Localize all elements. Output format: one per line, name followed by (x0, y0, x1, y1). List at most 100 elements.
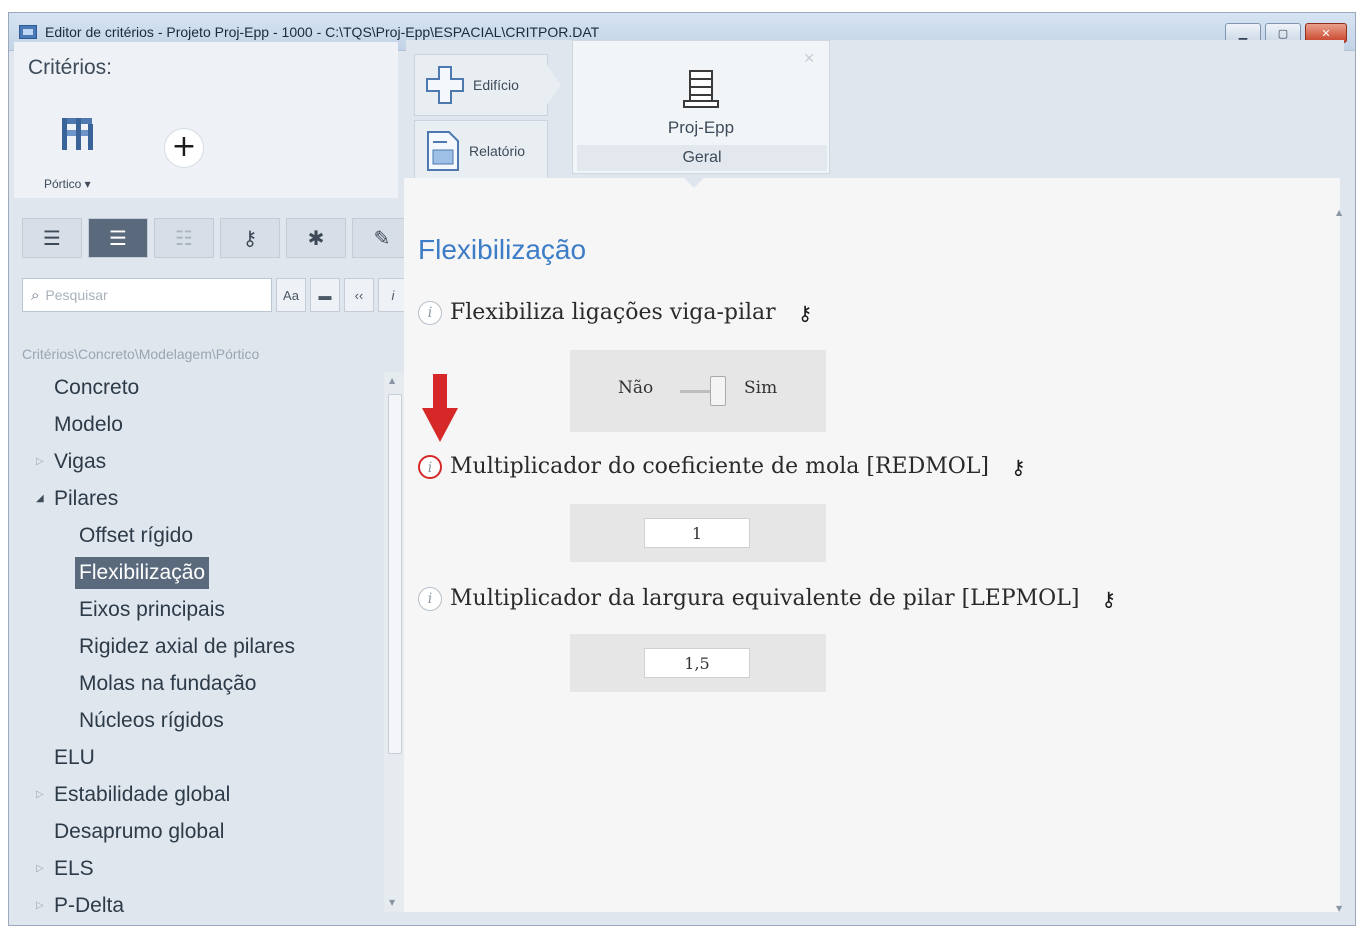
key-icon[interactable]: ⚷ (220, 218, 280, 258)
asterisk-icon[interactable]: ✱ (286, 218, 346, 258)
tree-label: P-Delta (54, 894, 125, 912)
lepmol-input[interactable] (644, 648, 750, 678)
info-icon[interactable]: i (418, 586, 442, 611)
tree-label: Rigidez axial de pilares (79, 635, 295, 658)
tree-label: Desaprumo global (54, 820, 225, 843)
tree-label: Núcleos rígidos (79, 709, 224, 732)
search-box: ⌕ (22, 278, 272, 312)
tree-item-molas-fundacao[interactable]: Molas na fundação (79, 668, 256, 700)
tree-item-desaprumo-global[interactable]: Desaprumo global (54, 816, 224, 848)
tree-item-flexibilizacao[interactable]: Flexibilização (75, 557, 210, 589)
list-icon[interactable]: ☰ (22, 218, 82, 258)
view-toolbar: ☰ ☰ ☷ ⚷ ✱ ✎ (22, 218, 412, 258)
criteria-tree: Concreto Modelo ▷ Vigas ◢ Pilares Offset r… (14, 368, 390, 912)
pencil-icon[interactable]: ✎ (352, 218, 412, 258)
scroll-thumb[interactable] (388, 394, 402, 754)
project-sub: Geral (577, 145, 827, 171)
match-case-button[interactable]: Aa (276, 278, 306, 312)
expand-arrow-icon[interactable]: ▷ (36, 890, 44, 912)
scroll-up-icon[interactable]: ▲ (389, 376, 395, 385)
toggle-off-label: Não (618, 378, 654, 398)
tree-scrollbar[interactable]: ▲ ▼ (384, 372, 406, 912)
add-criteria-button[interactable]: + (164, 128, 204, 168)
tree-label: Estabilidade global (54, 783, 231, 806)
param-redmol: i Multiplicador do coeficiente de mola [… (418, 454, 1026, 479)
scroll-down-icon[interactable]: ▼ (1336, 904, 1342, 913)
redmol-box (570, 504, 826, 562)
key-icon: ⚷ (1101, 586, 1117, 611)
tree-item-p-delta[interactable]: ▷ P-Delta (36, 890, 125, 912)
plus-icon (426, 66, 464, 104)
redmol-input[interactable] (644, 518, 750, 548)
tree-label: Molas na fundação (79, 672, 257, 695)
scroll-down-icon[interactable]: ▼ (389, 898, 395, 907)
expand-arrow-icon[interactable]: ▷ (36, 853, 44, 885)
content-panel: Flexibilização i Flexibiliza ligações vi… (404, 176, 1340, 912)
collapse-arrow-icon[interactable]: ◢ (36, 483, 44, 515)
scroll-up-icon[interactable]: ▲ (1336, 208, 1342, 217)
tree-item-concreto[interactable]: Concreto (54, 372, 139, 404)
tree-label: Concreto (54, 376, 140, 399)
search-icon: ⌕ (31, 286, 40, 304)
param-flexibiliza: i Flexibiliza ligações viga-pilar ⚷ (418, 300, 812, 325)
lepmol-box (570, 634, 826, 692)
top-toolbar: Edifício Relatório ✕ Proj-Epp Geral (406, 40, 1344, 188)
tree-label: Eixos principais (79, 598, 225, 621)
tree-item-estabilidade-global[interactable]: ▷ Estabilidade global (36, 779, 231, 811)
tree-item-vigas[interactable]: ▷ Vigas (36, 446, 107, 478)
info-icon[interactable]: i (418, 454, 442, 479)
param-label: Flexibiliza ligações viga-pilar (450, 300, 776, 325)
criteria-label: Critérios: (28, 56, 113, 79)
portico-icon[interactable] (58, 114, 98, 152)
search-input[interactable] (45, 287, 246, 303)
tree-item-elu[interactable]: ELU (54, 742, 95, 774)
relatorio-button[interactable]: Relatório (414, 120, 548, 182)
tree-item-rigidez-axial[interactable]: Rigidez axial de pilares (79, 631, 295, 663)
tree-item-pilares[interactable]: ◢ Pilares (36, 483, 119, 515)
tree-item-eixos-principais[interactable]: Eixos principais (79, 594, 225, 626)
card-pointer (682, 176, 706, 188)
toggle-box: Não Sim (570, 350, 826, 432)
report-icon (427, 131, 459, 171)
whole-word-button[interactable]: ▬ (310, 278, 340, 312)
tree-item-modelo[interactable]: Modelo (54, 409, 123, 441)
key-icon: ⚷ (797, 300, 813, 325)
tree-item-offset-rigido[interactable]: Offset rígido (79, 520, 193, 552)
expand-arrow-icon[interactable]: ▷ (36, 446, 44, 478)
close-icon[interactable]: ✕ (803, 51, 815, 67)
param-lepmol: i Multiplicador da largura equivalente d… (418, 586, 1116, 611)
list-compact-icon[interactable]: ☷ (154, 218, 214, 258)
red-arrow-icon (422, 374, 458, 442)
project-card[interactable]: ✕ Proj-Epp Geral (572, 40, 830, 174)
quote-button[interactable]: ‹‹ (344, 278, 374, 312)
tree-label: ELU (54, 746, 95, 769)
toggle-on-label: Sim (744, 378, 778, 398)
tree-label: ELS (54, 857, 94, 880)
relatorio-label: Relatório (469, 143, 526, 159)
section-title: Flexibilização (418, 234, 587, 265)
building-icon (683, 70, 719, 108)
param-label: Multiplicador do coeficiente de mola [RE… (450, 454, 989, 479)
key-icon: ⚷ (1010, 454, 1026, 479)
search-row: ⌕ Aa ▬ ‹‹ i (22, 278, 408, 312)
app-icon (19, 25, 37, 39)
edificio-button[interactable]: Edifício (414, 54, 561, 116)
tree-label: Offset rígido (79, 524, 194, 547)
portico-dropdown[interactable]: Pórtico ▾ (44, 177, 91, 191)
project-name: Proj-Epp (667, 118, 735, 137)
edificio-label: Edifício (473, 77, 519, 93)
param-label: Multiplicador da largura equivalente de … (450, 586, 1080, 611)
window-title: Editor de critérios - Projeto Proj-Epp -… (45, 24, 600, 40)
list-indent-icon[interactable]: ☰ (88, 218, 148, 258)
tree-label: Modelo (54, 413, 123, 436)
tree-label: Vigas (54, 450, 107, 473)
expand-arrow-icon[interactable]: ▷ (36, 779, 44, 811)
breadcrumb: Critérios\Concreto\Modelagem\Pórtico (22, 346, 260, 362)
toggle-knob[interactable] (710, 376, 726, 406)
criteria-box: Critérios: Pórtico ▾ + (14, 42, 398, 198)
info-icon[interactable]: i (418, 300, 442, 325)
tree-label: Flexibilização (79, 561, 206, 584)
tree-item-els[interactable]: ▷ ELS (36, 853, 94, 885)
tree-item-nucleos-rigidos[interactable]: Núcleos rígidos (79, 705, 224, 737)
tree-label: Pilares (54, 487, 119, 510)
